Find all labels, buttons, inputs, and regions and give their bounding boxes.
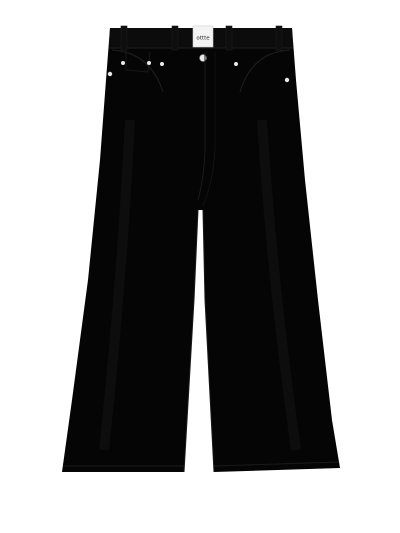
rivet: [160, 62, 164, 66]
rivet: [121, 61, 125, 65]
rivet: [234, 62, 238, 66]
belt-loop: [120, 25, 128, 51]
brand-label-text: ottte: [196, 36, 210, 42]
rivet: [107, 71, 113, 77]
rivet: [147, 61, 151, 65]
rivet: [284, 77, 290, 83]
belt-loop: [171, 25, 179, 51]
brand-label: ottte: [192, 25, 214, 48]
belt-loop: [225, 25, 233, 51]
jeans-illustration: ottte: [62, 25, 340, 473]
belt-loop: [275, 25, 283, 51]
product-photo: ottte: [0, 0, 400, 533]
